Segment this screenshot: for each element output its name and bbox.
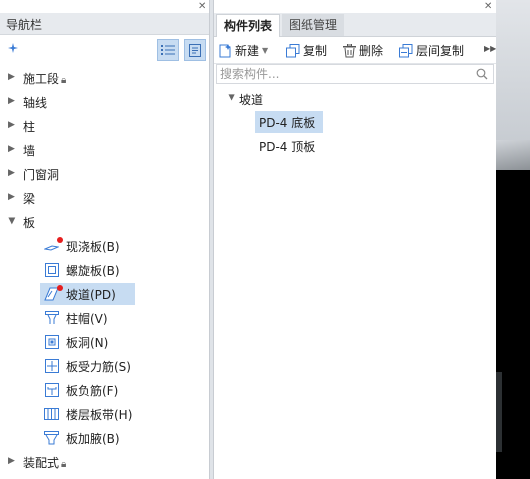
expand-arrow-icon[interactable]: ▶ <box>8 96 15 106</box>
tree-item-haunch[interactable]: 板加腋(B) <box>0 426 209 450</box>
tree-item-column-cap[interactable]: 柱帽(V) <box>0 306 209 330</box>
expand-arrow-icon[interactable]: ▶ <box>8 456 15 466</box>
tree-item-construction-section[interactable]: ▶ 施工段 🔒︎ <box>0 66 209 90</box>
add-sparkle-icon[interactable] <box>7 42 19 57</box>
component-item-pd4-top[interactable]: PD-4 顶板 <box>255 135 355 157</box>
slab-opening-icon <box>44 334 59 349</box>
tree-item-label: 装配式 <box>23 456 60 470</box>
marker-dot <box>57 285 63 291</box>
new-button-label: 新建 <box>235 44 260 58</box>
tree-item-label: 螺旋板(B) <box>66 264 120 278</box>
floor-copy-button[interactable]: 层间复制 <box>399 42 464 59</box>
expand-arrow-icon[interactable]: ▶ <box>8 72 15 82</box>
component-toolbar: 新建 ▼ 复制 删除 层间复制 ▶▶ <box>214 38 496 64</box>
detail-view-icon <box>189 43 201 57</box>
nav-toolbar <box>0 36 209 64</box>
haunch-icon <box>44 430 59 445</box>
viewport-scrollbar[interactable] <box>496 372 502 452</box>
tree-item-cast-slab[interactable]: 现浇板(B) <box>0 234 209 258</box>
new-document-icon <box>219 43 231 57</box>
expand-arrow-icon[interactable]: ▶ <box>8 192 15 202</box>
list-view-button[interactable] <box>157 39 179 61</box>
component-list-panel: ✕ 构件列表 图纸管理 新建 ▼ 复制 删除 层间复制 ▶▶ ▶ 坡道 <box>213 0 497 479</box>
tree-item-beam[interactable]: ▶ 梁 <box>0 186 209 210</box>
tree-item-label: 板 <box>23 216 36 230</box>
more-tools-icon[interactable]: ▶▶ <box>484 44 496 53</box>
tree-item-label: 坡道(PD) <box>66 288 116 302</box>
tree-item-negative-rebar[interactable]: 板负筋(F) <box>0 378 209 402</box>
floor-copy-icon <box>399 43 413 57</box>
column-cap-icon <box>44 310 59 325</box>
tree-item-slab-opening[interactable]: 板洞(N) <box>0 330 209 354</box>
lock-icon: 🔒︎ <box>61 75 67 86</box>
tab-drawing-management[interactable]: 图纸管理 <box>282 14 345 36</box>
collapse-arrow-icon[interactable]: ▶ <box>228 94 237 100</box>
detail-view-button[interactable] <box>184 39 206 61</box>
tree-item-label: 轴线 <box>23 96 48 110</box>
tree-item-label: 梁 <box>23 192 36 206</box>
tree-item-label: 楼层板带(H) <box>66 408 133 422</box>
tree-item-label: 现浇板(B) <box>66 240 120 254</box>
component-search-input[interactable] <box>217 65 470 83</box>
tree-item-label: 板负筋(F) <box>66 384 119 398</box>
tree-item-axis[interactable]: ▶ 轴线 <box>0 90 209 114</box>
panel-close-icon[interactable]: ✕ <box>484 2 492 12</box>
floor-copy-button-label: 层间复制 <box>416 44 465 58</box>
component-group-ramp[interactable]: ▶ 坡道 <box>214 88 496 110</box>
copy-icon <box>286 43 300 57</box>
search-icon[interactable] <box>476 68 488 80</box>
viewport-3d[interactable] <box>496 0 530 479</box>
tree-item-ramp[interactable]: 坡道(PD) <box>0 282 209 306</box>
spiral-slab-icon <box>44 262 59 277</box>
panel-tab-bar: 构件列表 图纸管理 <box>214 13 496 37</box>
marker-dot <box>57 237 63 243</box>
tree-item-column[interactable]: ▶ 柱 <box>0 114 209 138</box>
lock-icon: 🔒︎ <box>61 459 67 470</box>
tree-item-label: 柱 <box>23 120 36 134</box>
collapse-arrow-icon[interactable]: ▶ <box>6 218 16 225</box>
floor-strip-icon <box>44 406 59 421</box>
tree-item-label: 施工段 <box>23 72 60 86</box>
negative-rebar-icon <box>44 382 59 397</box>
tree-item-slab-rebar[interactable]: 板受力筋(S) <box>0 354 209 378</box>
trash-icon <box>343 43 356 57</box>
tree-item-floor-strip[interactable]: 楼层板带(H) <box>0 402 209 426</box>
slab-rebar-icon <box>44 358 59 373</box>
tree-item-prefabricated[interactable]: ▶ 装配式 🔒︎ <box>0 450 209 474</box>
new-button[interactable]: 新建 ▼ <box>218 42 268 59</box>
expand-arrow-icon[interactable]: ▶ <box>8 144 15 154</box>
tree-item-label: 墙 <box>23 144 36 158</box>
tree-item-door-window-opening[interactable]: ▶ 门窗洞 <box>0 162 209 186</box>
component-search-box[interactable] <box>216 64 494 84</box>
tree-item-spiral-slab[interactable]: 螺旋板(B) <box>0 258 209 282</box>
copy-button-label: 复制 <box>303 44 328 58</box>
list-view-icon <box>161 45 175 55</box>
expand-arrow-icon[interactable]: ▶ <box>8 168 15 178</box>
tree-item-label: 板加腋(B) <box>66 432 120 446</box>
tree-item-label: 板受力筋(S) <box>66 360 131 374</box>
nav-close-icon[interactable]: ✕ <box>198 2 206 12</box>
dropdown-arrow-icon[interactable]: ▼ <box>262 46 268 55</box>
component-item-pd4-bottom[interactable]: PD-4 底板 <box>255 111 323 133</box>
viewport-surface <box>496 140 530 170</box>
component-group-label: 坡道 <box>239 93 264 107</box>
tree-item-label: 门窗洞 <box>23 168 60 182</box>
navigation-panel: ✕ 导航栏 ▶ 施工段 🔒︎ ▶ 轴线 ▶ 柱 ▶ 墙 ▶ 门窗洞 ▶ 梁 ▶ … <box>0 0 210 479</box>
expand-arrow-icon[interactable]: ▶ <box>8 120 15 130</box>
copy-button[interactable]: 复制 <box>286 42 327 59</box>
tree-item-label: 板洞(N) <box>66 336 109 350</box>
nav-panel-title: 导航栏 <box>6 18 43 32</box>
tree-item-wall[interactable]: ▶ 墙 <box>0 138 209 162</box>
delete-button-label: 删除 <box>359 44 384 58</box>
component-item-label: PD-4 顶板 <box>259 140 316 154</box>
tree-item-slab[interactable]: ▶ 板 <box>0 210 209 234</box>
tab-component-list[interactable]: 构件列表 <box>216 14 281 37</box>
tree-item-label: 柱帽(V) <box>66 312 108 326</box>
delete-button[interactable]: 删除 <box>343 42 383 59</box>
nav-panel-header: 导航栏 <box>0 13 209 35</box>
component-item-label: PD-4 底板 <box>259 116 316 130</box>
